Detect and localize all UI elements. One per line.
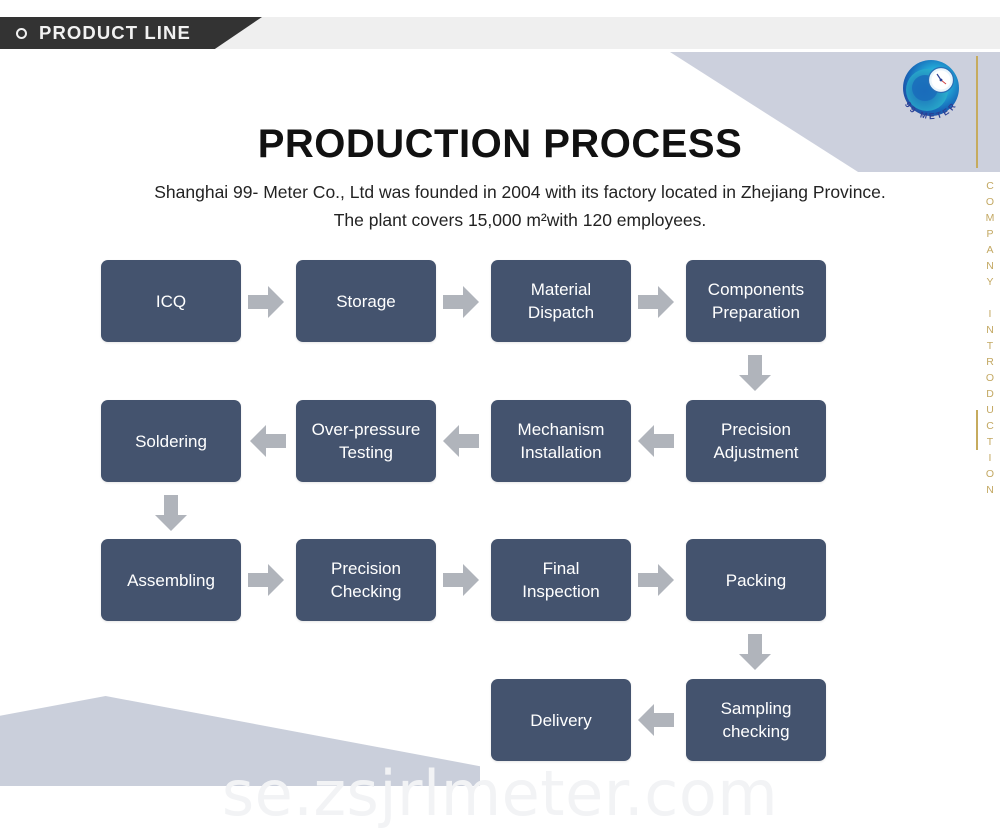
flow-box-label-line2: Preparation	[712, 303, 800, 322]
flow-box-label-line1: Precision	[721, 420, 791, 439]
flow-box-label: Assembling	[127, 570, 215, 590]
flow-box-label: ICQ	[155, 291, 187, 311]
flow-box-packing[interactable]: Packing	[686, 539, 826, 621]
flow-box-label-line2: Checking	[330, 582, 402, 601]
page-title: PRODUCTION PROCESS	[257, 122, 743, 166]
flow-box-icq[interactable]: ICQ	[101, 260, 241, 342]
flow-box-soldering[interactable]: Soldering	[101, 400, 241, 482]
arrow-down-packing-sampling	[739, 634, 771, 670]
arrow-right-final-packing	[638, 564, 674, 596]
flow-box-label-line1: Mechanism	[517, 420, 605, 439]
flow-box-label: Storage	[336, 291, 396, 311]
bottom-left-wedge	[0, 696, 480, 786]
flow-box-label-line2: Installation	[520, 443, 602, 462]
arrow-right-precision-final	[443, 564, 479, 596]
product-line-label: PRODUCT LINE	[39, 22, 191, 43]
flow-box-assembling[interactable]: Assembling	[101, 539, 241, 621]
arrow-left-mechanism-overpressure	[443, 425, 479, 457]
flow-box-label-line1: Precision	[331, 559, 401, 578]
slide-canvas: PRODUCT LINE 99 METER COMPANY INTRODUCTI…	[0, 0, 1000, 832]
arrow-right-storage-material	[443, 286, 479, 318]
flow-box-label-line2: Adjustment	[713, 443, 799, 462]
arrow-down-soldering-assembling	[155, 495, 187, 531]
flow-box-sampling-checking[interactable]: Sampling checking	[686, 679, 826, 761]
arrow-right-material-components	[638, 286, 674, 318]
flow-box-storage[interactable]: Storage	[296, 260, 436, 342]
flow-box-label-line1: Over-pressure	[311, 420, 421, 439]
flow-box-mechanism-installation[interactable]: Mechanism Installation	[491, 400, 631, 482]
flow-box-label-line2: Dispatch	[527, 303, 595, 322]
flow-box-label-line1: Sampling	[720, 699, 792, 718]
flow-box-components-preparation[interactable]: Components Preparation	[686, 260, 826, 342]
flow-box-material-dispatch[interactable]: Material Dispatch	[491, 260, 631, 342]
flow-box-label-line1: Components	[707, 280, 805, 299]
flow-box-label: Soldering	[135, 431, 207, 451]
flow-box-precision-checking[interactable]: Precision Checking	[296, 539, 436, 621]
flow-box-label: Packing	[725, 570, 787, 590]
arrow-right-icq-storage	[248, 286, 284, 318]
arrow-left-precision-mechanism	[638, 425, 674, 457]
flow-box-delivery[interactable]: Delivery	[491, 679, 631, 761]
arrow-left-overpressure-soldering	[250, 425, 286, 457]
flow-box-label-line1: Final	[542, 559, 580, 578]
company-introduction-vertical-label: COMPANY INTRODUCTION	[984, 180, 996, 500]
flow-box-label-line1: Material	[530, 280, 592, 299]
ring-icon	[16, 27, 27, 39]
flow-box-label: Delivery	[530, 710, 592, 730]
page-subtitle: Shanghai 99- Meter Co., Ltd was founded …	[154, 182, 886, 230]
arrow-left-sampling-delivery	[638, 704, 674, 736]
arrow-down-components-precision	[739, 355, 771, 391]
flow-box-label-line2: Testing	[339, 443, 393, 462]
flow-box-precision-adjustment[interactable]: Precision Adjustment	[686, 400, 826, 482]
flow-box-label-line2: checking	[722, 722, 790, 741]
arrow-right-assembling-precision-checking	[248, 564, 284, 596]
flow-box-final-inspection[interactable]: Final Inspection	[491, 539, 631, 621]
flow-box-label-line2: Inspection	[522, 582, 600, 601]
flow-box-over-pressure-testing[interactable]: Over-pressure Testing	[296, 400, 436, 482]
